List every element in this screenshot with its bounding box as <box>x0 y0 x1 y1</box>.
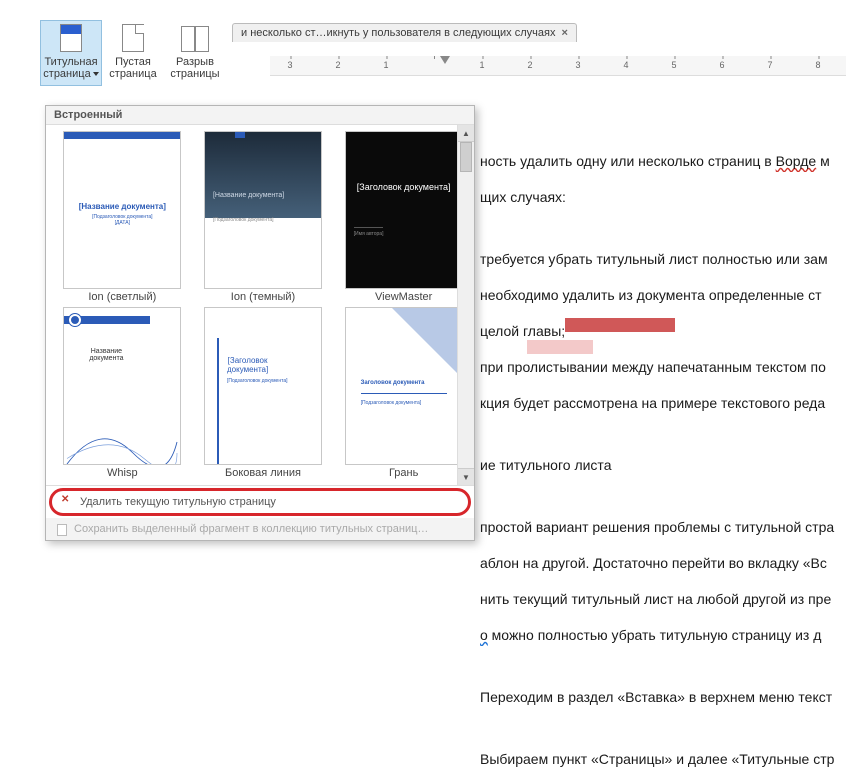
document-line: простой вариант решения проблемы с титул… <box>480 516 841 538</box>
cover-thumbnail: [Название документа][Подзаголовок докуме… <box>63 131 181 289</box>
cover-page-gallery: Встроенный [Название документа][Подзагол… <box>45 105 475 541</box>
document-tab-title: и несколько ст…икнуть у пользователя в с… <box>241 27 555 39</box>
document-line: необходимо удалить из документа определе… <box>480 284 841 306</box>
blank-page-button[interactable]: Пустая страница <box>102 20 164 86</box>
document-line: требуется убрать титульный лист полность… <box>480 248 841 270</box>
cover-thumbnail: [Название документа][Подзаголовок докуме… <box>204 131 322 289</box>
cover-template-viewmaster[interactable]: [Заголовок документа][Имя автора] ViewMas… <box>337 131 470 303</box>
document-line: щих случаях: <box>480 186 841 208</box>
ribbon-pages-group: Титульная страница Пустая страница Разры… <box>40 20 226 86</box>
document-line: при пролистывании между напечатанным тек… <box>480 356 841 378</box>
scroll-thumb[interactable] <box>460 142 472 172</box>
document-line: Переходим в раздел «Вставка» в верхнем м… <box>480 686 841 708</box>
gallery-scrollbar[interactable]: ▲ ▼ <box>457 125 474 485</box>
cover-thumbnail: [Заголовок документа][Имя автора] <box>345 131 463 289</box>
document-body[interactable]: ность удалить одну или несколько страниц… <box>480 150 841 784</box>
cover-template-ion-dark[interactable]: [Название документа][Подзаголовок докуме… <box>197 131 330 303</box>
cover-page-icon <box>55 24 87 54</box>
delete-icon <box>60 495 74 509</box>
chevron-down-icon <box>93 72 99 76</box>
remove-cover-page-item[interactable]: Удалить текущую титульную страницу <box>49 488 471 516</box>
close-icon[interactable]: × <box>561 27 567 39</box>
document-tab-bar: и несколько ст…икнуть у пользователя в с… <box>232 20 846 44</box>
document-line: аблон на другой. Достаточно перейти во в… <box>480 552 841 574</box>
save-selection-label: Сохранить выделенный фрагмент в коллекци… <box>74 523 428 535</box>
horizontal-ruler[interactable]: 3 2 1 1 2 3 4 5 6 7 8 <box>270 56 846 76</box>
document-line: ность удалить одну или несколько страниц… <box>480 150 841 172</box>
document-line: ие титульного листа <box>480 454 841 476</box>
ruler-tick: 4 <box>623 60 628 70</box>
cover-template-edge[interactable]: Заголовок документа[Подзаголовок докумен… <box>337 307 470 479</box>
ruler-tick: 8 <box>815 60 820 70</box>
gallery-section-header: Встроенный <box>46 106 474 125</box>
blank-page-icon <box>117 24 149 54</box>
document-line <box>480 222 841 244</box>
cover-thumbnail-label: Грань <box>337 467 470 479</box>
ruler-tick: 1 <box>383 60 388 70</box>
document-line: кция будет рассмотрена на примере тексто… <box>480 392 841 414</box>
cover-template-ion-light[interactable]: [Название документа][Подзаголовок докуме… <box>56 131 189 303</box>
cover-template-side[interactable]: [Заголовокдокумента][Подзаголовок докуме… <box>197 307 330 479</box>
document-line <box>480 490 841 512</box>
document-tab[interactable]: и несколько ст…икнуть у пользователя в с… <box>232 23 577 42</box>
blank-page-label: Пустая страница <box>105 56 161 80</box>
ruler-tick: 7 <box>767 60 772 70</box>
text-selection-highlight <box>527 340 593 354</box>
ruler-tick: 6 <box>719 60 724 70</box>
document-line <box>480 428 841 450</box>
cover-thumbnail: [Заголовокдокумента][Подзаголовок докуме… <box>204 307 322 465</box>
save-icon <box>54 522 68 536</box>
document-line: Выбираем пункт «Страницы» и далее «Титул… <box>480 748 841 770</box>
scroll-up-button[interactable]: ▲ <box>458 125 474 142</box>
page-break-label: Разрыв страницы <box>167 56 223 80</box>
page-break-button[interactable]: Разрыв страницы <box>164 20 226 86</box>
document-line: нить текущий титульный лист на любой дру… <box>480 588 841 610</box>
document-line <box>480 722 841 744</box>
remove-cover-page-label: Удалить текущую титульную страницу <box>80 496 276 508</box>
indent-marker-icon[interactable] <box>440 56 450 64</box>
cover-thumbnail-label: Боковая линия <box>197 467 330 479</box>
scroll-down-button[interactable]: ▼ <box>458 468 474 485</box>
page-break-icon <box>179 24 211 54</box>
ruler-tick: 1 <box>479 60 484 70</box>
cover-page-button[interactable]: Титульная страница <box>40 20 102 86</box>
cover-thumbnail-label: Ion (темный) <box>197 291 330 303</box>
ruler-tick: 3 <box>575 60 580 70</box>
ruler-tick: 3 <box>287 60 292 70</box>
save-selection-item: Сохранить выделенный фрагмент в коллекци… <box>46 518 474 540</box>
cover-thumbnail-label: ViewMaster <box>337 291 470 303</box>
ruler-tick: 2 <box>527 60 532 70</box>
cover-thumbnail-label: Whisp <box>56 467 189 479</box>
ruler-tick: 2 <box>335 60 340 70</box>
cover-thumbnail: Заголовок документа[Подзаголовок докумен… <box>345 307 463 465</box>
document-line: о можно полностью убрать титульную стран… <box>480 624 841 646</box>
gallery-footer: Удалить текущую титульную страницу Сохра… <box>46 485 474 540</box>
document-line <box>480 660 841 682</box>
cover-thumbnail-label: Ion (светлый) <box>56 291 189 303</box>
cover-thumbnail: Названиедокумента <box>63 307 181 465</box>
ruler-tick: 5 <box>671 60 676 70</box>
text-selection-highlight <box>565 318 675 332</box>
cover-template-whisp[interactable]: Названиедокумента Whisp <box>56 307 189 479</box>
cover-page-label: Титульная страница <box>43 56 99 80</box>
